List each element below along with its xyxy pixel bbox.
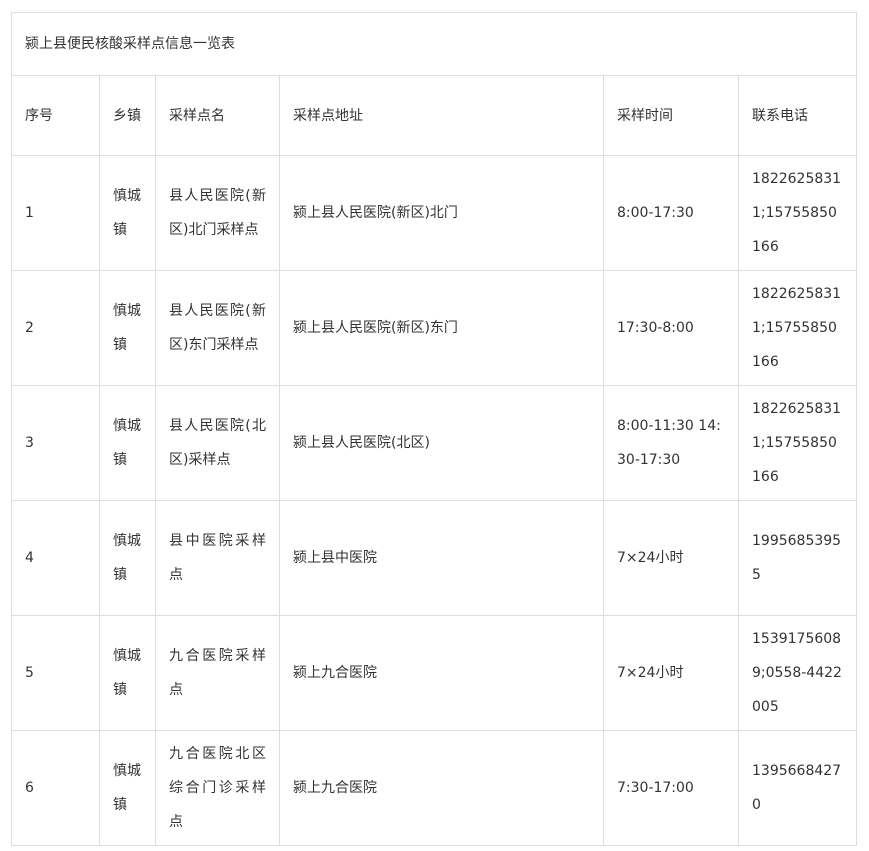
- table-title: 颍上县便民核酸采样点信息一览表: [11, 12, 857, 76]
- header-site-name: 采样点名: [155, 75, 280, 156]
- cell-phone: 19956853955: [738, 500, 857, 616]
- cell-site-name: 九合医院采样点: [155, 615, 280, 731]
- table-header-row: 序号 乡镇 采样点名 采样点地址 采样时间 联系电话: [11, 75, 857, 156]
- table-row: 2 慎城镇 县人民医院(新区)东门采样点 颍上县人民医院(新区)东门 17:30-8:0…: [11, 270, 857, 386]
- table-row: 6 慎城镇 九合医院北区综合门诊采样点 颍上九合医院 7:30-17:00 1395668…: [11, 730, 857, 846]
- cell-phone: 18226258311;15755850166: [738, 155, 857, 271]
- cell-address: 颍上县人民医院(北区): [279, 385, 604, 501]
- header-address: 采样点地址: [279, 75, 604, 156]
- cell-no: 1: [11, 155, 100, 271]
- table-title-row: 颍上县便民核酸采样点信息一览表: [11, 12, 857, 76]
- cell-no: 5: [11, 615, 100, 731]
- header-phone: 联系电话: [738, 75, 857, 156]
- table-row: 4 慎城镇 县中医院采样点 颍上县中医院 7×24小时 19956853955: [11, 500, 857, 616]
- sampling-sites-table: 颍上县便民核酸采样点信息一览表 序号 乡镇 采样点名 采样点地址 采样时间 联系…: [11, 12, 857, 846]
- table-row: 5 慎城镇 九合医院采样点 颍上九合医院 7×24小时 15391756089;0558-…: [11, 615, 857, 731]
- cell-address: 颍上九合医院: [279, 730, 604, 846]
- cell-town: 慎城镇: [99, 385, 156, 501]
- cell-site-name: 县人民医院(新区)北门采样点: [155, 155, 280, 271]
- cell-site-name: 县中医院采样点: [155, 500, 280, 616]
- cell-hours: 7×24小时: [603, 615, 739, 731]
- header-no: 序号: [11, 75, 100, 156]
- table-row: 1 慎城镇 县人民医院(新区)北门采样点 颍上县人民医院(新区)北门 8:00-17:3…: [11, 155, 857, 271]
- cell-site-name: 县人民医院(新区)东门采样点: [155, 270, 280, 386]
- cell-phone: 18226258311;15755850166: [738, 385, 857, 501]
- cell-phone: 15391756089;0558-4422005: [738, 615, 857, 731]
- cell-hours: 8:00-17:30: [603, 155, 739, 271]
- cell-address: 颍上县人民医院(新区)东门: [279, 270, 604, 386]
- cell-no: 6: [11, 730, 100, 846]
- cell-town: 慎城镇: [99, 270, 156, 386]
- cell-address: 颍上县人民医院(新区)北门: [279, 155, 604, 271]
- table-row: 3 慎城镇 县人民医院(北区)采样点 颍上县人民医院(北区) 8:00-11:30 14…: [11, 385, 857, 501]
- table-body: 1 慎城镇 县人民医院(新区)北门采样点 颍上县人民医院(新区)北门 8:00-17:3…: [11, 155, 857, 846]
- cell-hours: 7×24小时: [603, 500, 739, 616]
- cell-address: 颍上九合医院: [279, 615, 604, 731]
- header-town: 乡镇: [99, 75, 156, 156]
- sampling-sites-table-container: 颍上县便民核酸采样点信息一览表 序号 乡镇 采样点名 采样点地址 采样时间 联系…: [11, 12, 857, 846]
- cell-site-name: 九合医院北区综合门诊采样点: [155, 730, 280, 846]
- cell-hours: 8:00-11:30 14:30-17:30: [603, 385, 739, 501]
- cell-town: 慎城镇: [99, 155, 156, 271]
- cell-phone: 18226258311;15755850166: [738, 270, 857, 386]
- cell-phone: 13956684270: [738, 730, 857, 846]
- cell-town: 慎城镇: [99, 615, 156, 731]
- cell-no: 3: [11, 385, 100, 501]
- header-hours: 采样时间: [603, 75, 739, 156]
- cell-town: 慎城镇: [99, 500, 156, 616]
- cell-hours: 17:30-8:00: [603, 270, 739, 386]
- cell-town: 慎城镇: [99, 730, 156, 846]
- cell-no: 2: [11, 270, 100, 386]
- cell-no: 4: [11, 500, 100, 616]
- cell-site-name: 县人民医院(北区)采样点: [155, 385, 280, 501]
- cell-hours: 7:30-17:00: [603, 730, 739, 846]
- cell-address: 颍上县中医院: [279, 500, 604, 616]
